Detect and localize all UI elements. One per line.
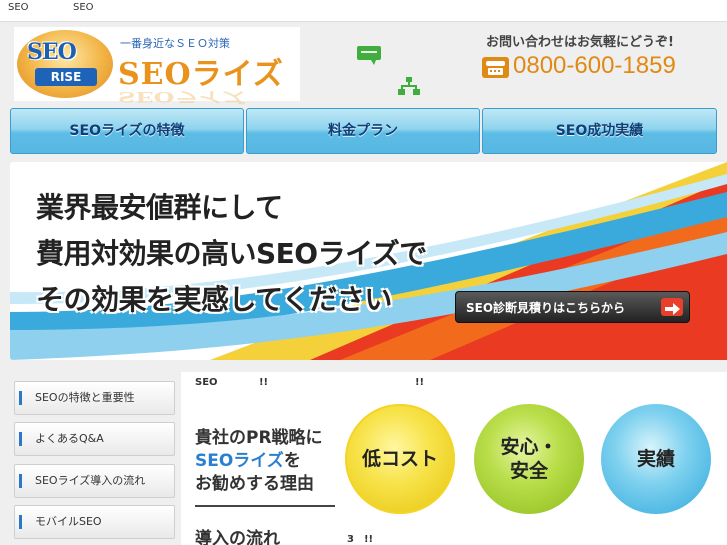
section-heading-part1: SEO [195,377,218,388]
feature-safety-label: 安心・ 安全 [500,436,558,482]
hero-banner[interactable]: 業界最安値群にして 費用対効果の高いSEOライズで その効果を実感してください … [10,162,727,360]
nav-item-features[interactable]: SEOライズの特徴 [10,108,244,154]
flow-heading: 導入の流れ [195,529,280,545]
phone-number[interactable]: 0800-600-1859 [513,52,676,80]
estimate-cta-button[interactable]: SEO診断見積りはこちらから [455,291,690,323]
sidebar-item-faq[interactable]: よくあるQ&A [14,422,175,456]
sidebar-item-label: モバイルSEO [35,515,102,528]
sidebar-item-flow[interactable]: SEOライズ導入の流れ [14,464,175,498]
site-logo[interactable]: SEO RISE 一番身近なＳＥＯ対策 SEOライズ SEOライズ [14,27,300,106]
chat-icon[interactable] [356,45,382,65]
top-bar-right-text: SEO [73,2,94,13]
sidebar-bullet [19,391,22,405]
hero-headline-3: その効果を実感してください [36,283,392,316]
arrow-right-icon [661,298,683,316]
nav-item-results[interactable]: SEO成功実績 [482,108,717,154]
reason-line-1: 貴社のPR戦略に [195,428,323,448]
contact-label: お問い合わせはお気軽にどうぞ! [486,35,674,50]
logo-name-reflection: SEOライズ [118,88,246,106]
section-heading-part2: !! [259,377,269,388]
feature-safety[interactable]: 安心・ 安全 [474,404,584,514]
feature-low-cost-label: 低コスト [361,448,438,470]
flow-subheading: 3 !! [347,534,374,545]
sidebar-bullet [19,474,22,488]
sidebar-item-label: よくあるQ&A [35,432,104,445]
logo-badge: SEO RISE [17,30,113,98]
sitemap-icon[interactable] [398,77,420,95]
sidebar-item-mobile-seo[interactable]: モバイルSEO [14,505,175,539]
reason-highlight: SEOライズ [195,451,284,471]
section-heading-part3: !! [415,377,425,388]
sidebar-bullet [19,432,22,446]
sidebar-item-label: SEOの特徴と重要性 [35,391,135,404]
logo-name: SEOライズ [118,57,284,92]
logo-badge-seo: SEO [27,39,77,65]
sidebar-bullet [19,515,22,529]
reason-divider [195,505,335,507]
phone-icon [482,57,509,78]
logo-badge-rise: RISE [35,68,97,86]
nav-item-pricing[interactable]: 料金プラン [246,108,480,154]
main-content: SEO !! !! 貴社のPR戦略に SEOライズを お勧めする理由 低コスト … [181,372,727,545]
top-bar-left-text: SEO [8,2,29,13]
sidebar-item-label: SEOライズ導入の流れ [35,474,146,487]
feature-track-record[interactable]: 実績 [601,404,711,514]
estimate-cta-label: SEO診断見積りはこちらから [466,301,626,315]
feature-low-cost[interactable]: 低コスト [345,404,455,514]
feature-track-record-label: 実績 [636,448,675,470]
sidebar-item-seo-features[interactable]: SEOの特徴と重要性 [14,381,175,415]
hero-headline-2: 費用対効果の高いSEOライズで [36,237,427,270]
reason-text: 貴社のPR戦略に SEOライズを お勧めする理由 [195,427,323,496]
top-bar: SEO SEO [0,0,727,22]
top-bar-divider [0,21,727,22]
reason-line-3: お勧めする理由 [195,474,314,494]
reason-line-2-suffix: を [283,451,301,471]
hero-headline-1: 業界最安値群にして [36,191,283,224]
